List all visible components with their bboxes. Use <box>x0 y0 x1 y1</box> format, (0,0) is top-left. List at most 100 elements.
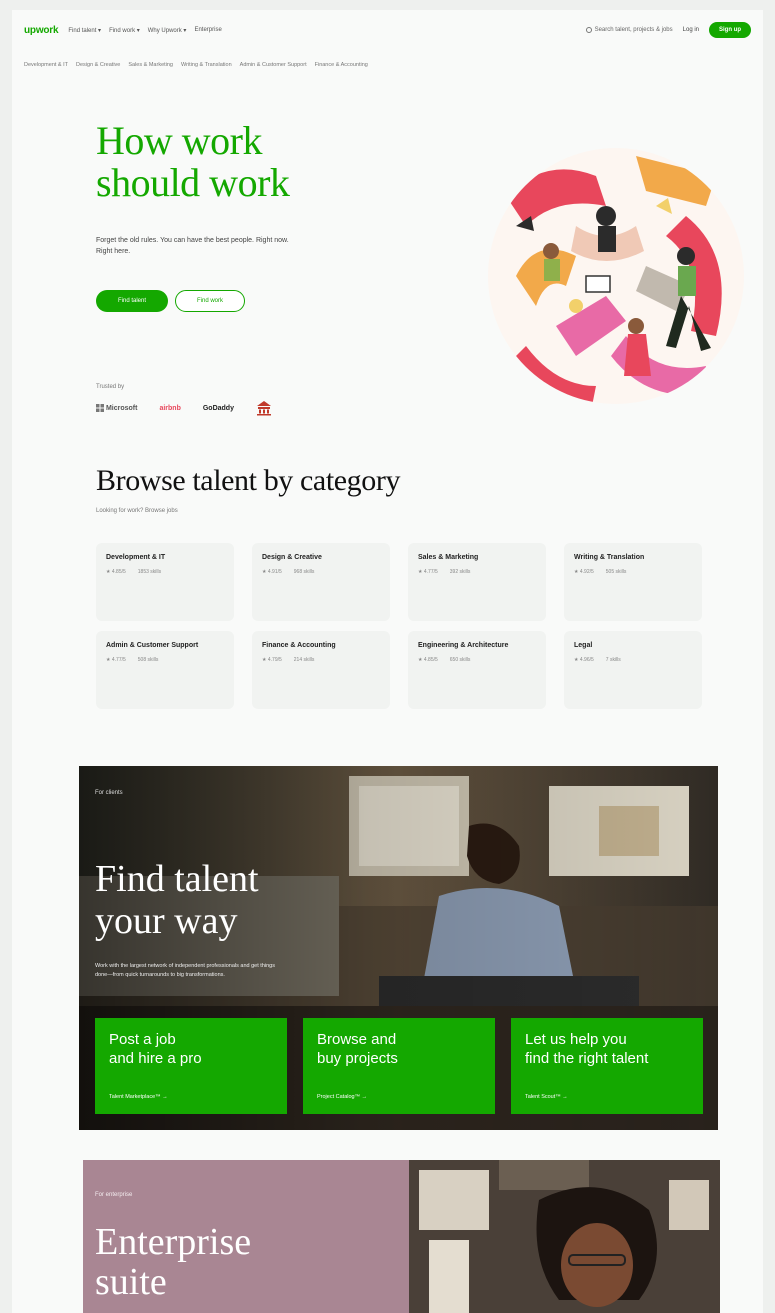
subnav-item[interactable]: Design & Creative <box>76 62 120 68</box>
subnav-item[interactable]: Sales & Marketing <box>128 62 173 68</box>
hero-subtitle: Forget the old rules. You can have the b… <box>96 237 289 255</box>
category-skills: 7 skills <box>605 657 621 663</box>
hero-illustration <box>488 148 744 404</box>
category-skills: 1853 skills <box>137 569 162 575</box>
card-title-line: Post a job <box>109 1031 176 1048</box>
category-rating: ★ 4.92/5 <box>574 569 594 575</box>
card-title-line: and hire a pro <box>109 1050 202 1067</box>
category-rating: ★ 4.79/5 <box>262 657 282 663</box>
category-meta: ★ 4.96/5 7 skills <box>574 657 692 663</box>
find-talent-description: Work with the largest network of indepen… <box>95 963 275 978</box>
find-talent-section: For clients Find talent your way Work wi… <box>79 766 718 1130</box>
category-meta: ★ 4.77/5 392 skills <box>418 569 536 575</box>
browse-projects-card[interactable]: Browse and buy projects Project Catalog™… <box>303 1018 495 1114</box>
category-name: Design & Creative <box>262 554 322 561</box>
for-clients-label: For clients <box>95 790 123 796</box>
find-title-line: your way <box>95 900 238 942</box>
find-title-line: Find talent <box>95 858 259 900</box>
category-subnav: Development & IT Design & Creative Sales… <box>24 62 368 68</box>
category-rating: ★ 4.85/5 <box>106 569 126 575</box>
category-card[interactable]: Writing & Translation ★ 4.92/5 505 skill… <box>564 543 702 621</box>
category-name: Engineering & Architecture <box>418 642 509 649</box>
talent-marketplace-link[interactable]: Talent Marketplace™ → <box>109 1094 168 1100</box>
find-talent-title: Find talent your way <box>95 858 259 942</box>
bank-logo-icon <box>256 401 271 416</box>
nav-item-why-upwork[interactable]: Why Upwork ▾ <box>148 27 187 34</box>
subnav-item[interactable]: Finance & Accounting <box>315 62 368 68</box>
category-card[interactable]: Admin & Customer Support ★ 4.77/5 508 sk… <box>96 631 234 709</box>
card-title-line: find the right talent <box>525 1050 649 1067</box>
microsoft-icon <box>96 404 104 412</box>
category-card[interactable]: Engineering & Architecture ★ 4.85/5 650 … <box>408 631 546 709</box>
category-meta: ★ 4.92/5 505 skills <box>574 569 692 575</box>
search-icon <box>585 27 592 33</box>
for-enterprise-label: For enterprise <box>95 1192 133 1198</box>
login-link[interactable]: Log in <box>683 27 699 33</box>
category-rating: ★ 4.96/5 <box>574 657 594 663</box>
card-title-line: buy projects <box>317 1050 398 1067</box>
category-card[interactable]: Sales & Marketing ★ 4.77/5 392 skills <box>408 543 546 621</box>
page: upwork Find talent ▾ Find work ▾ Why Upw… <box>12 10 763 1313</box>
enterprise-title-line: suite <box>95 1261 167 1303</box>
browse-jobs-link[interactable]: Looking for work? Browse jobs <box>96 508 178 514</box>
category-name: Admin & Customer Support <box>106 642 199 649</box>
talent-scout-card[interactable]: Let us help you find the right talent Ta… <box>511 1018 703 1114</box>
category-card[interactable]: Design & Creative ★ 4.91/5 968 skills <box>252 543 390 621</box>
find-talent-cards: Post a job and hire a pro Talent Marketp… <box>95 1018 703 1114</box>
hero-title-line: How work <box>96 118 262 163</box>
category-rating: ★ 4.77/5 <box>418 569 438 575</box>
post-job-card[interactable]: Post a job and hire a pro Talent Marketp… <box>95 1018 287 1114</box>
card-title: Post a job and hire a pro <box>109 1030 273 1068</box>
category-rating: ★ 4.85/5 <box>418 657 438 663</box>
hero-title-line: should work <box>96 160 290 205</box>
category-skills: 508 skills <box>137 657 159 663</box>
category-meta: ★ 4.79/5 214 skills <box>262 657 380 663</box>
card-title: Let us help you find the right talent <box>525 1030 689 1068</box>
category-name: Development & IT <box>106 554 166 561</box>
subnav-item[interactable]: Development & IT <box>24 62 68 68</box>
top-nav: upwork Find talent ▾ Find work ▾ Why Upw… <box>12 10 763 50</box>
category-meta: ★ 4.85/5 650 skills <box>418 657 536 663</box>
category-skills: 392 skills <box>449 569 471 575</box>
category-card[interactable]: Legal ★ 4.96/5 7 skills <box>564 631 702 709</box>
search-box[interactable]: Search talent, projects & jobs <box>585 27 673 33</box>
nav-item-find-talent[interactable]: Find talent ▾ <box>68 27 101 34</box>
enterprise-title-line: Enterprise <box>95 1221 252 1263</box>
category-card[interactable]: Development & IT ★ 4.85/5 1853 skills <box>96 543 234 621</box>
airbnb-logo: airbnb <box>159 404 181 412</box>
nav-menu: Find talent ▾ Find work ▾ Why Upwork ▾ E… <box>68 27 221 34</box>
find-work-button[interactable]: Find work <box>175 290 245 312</box>
category-skills: 214 skills <box>293 657 315 663</box>
category-rating: ★ 4.77/5 <box>106 657 126 663</box>
category-skills: 968 skills <box>293 569 315 575</box>
nav-item-find-work[interactable]: Find work ▾ <box>109 27 140 34</box>
godaddy-logo: GoDaddy <box>202 404 234 412</box>
enterprise-section: For enterprise Enterprise suite <box>83 1160 720 1313</box>
client-logos: Microsoft airbnb GoDaddy <box>96 400 272 416</box>
subnav-item[interactable]: Admin & Customer Support <box>240 62 307 68</box>
enterprise-title: Enterprise suite <box>95 1222 251 1302</box>
microsoft-logo: Microsoft <box>96 404 137 412</box>
category-name: Finance & Accounting <box>262 642 336 649</box>
signup-button[interactable]: Sign up <box>709 22 751 38</box>
browse-title: Browse talent by category <box>96 464 401 497</box>
subnav-item[interactable]: Writing & Translation <box>181 62 232 68</box>
category-card[interactable]: Finance & Accounting ★ 4.79/5 214 skills <box>252 631 390 709</box>
search-input[interactable]: Search talent, projects & jobs <box>595 27 673 33</box>
nav-right: Search talent, projects & jobs Log in Si… <box>585 22 751 38</box>
card-title: Browse and buy projects <box>317 1030 481 1068</box>
hero-title: How work should work <box>96 118 290 205</box>
card-title-line: Let us help you <box>525 1031 627 1048</box>
trusted-by-label: Trusted by <box>96 384 125 390</box>
category-meta: ★ 4.85/5 1853 skills <box>106 569 224 575</box>
find-talent-button[interactable]: Find talent <box>96 290 168 312</box>
talent-scout-link[interactable]: Talent Scout™ → <box>525 1094 568 1100</box>
category-name: Legal <box>574 642 593 649</box>
microsoft-logo-text: Microsoft <box>105 404 138 412</box>
nav-item-enterprise[interactable]: Enterprise <box>194 27 221 34</box>
category-name: Writing & Translation <box>574 554 645 561</box>
project-catalog-link[interactable]: Project Catalog™ → <box>317 1094 367 1100</box>
category-skills: 650 skills <box>449 657 471 663</box>
category-meta: ★ 4.77/5 508 skills <box>106 657 224 663</box>
upwork-logo[interactable]: upwork <box>24 25 59 36</box>
